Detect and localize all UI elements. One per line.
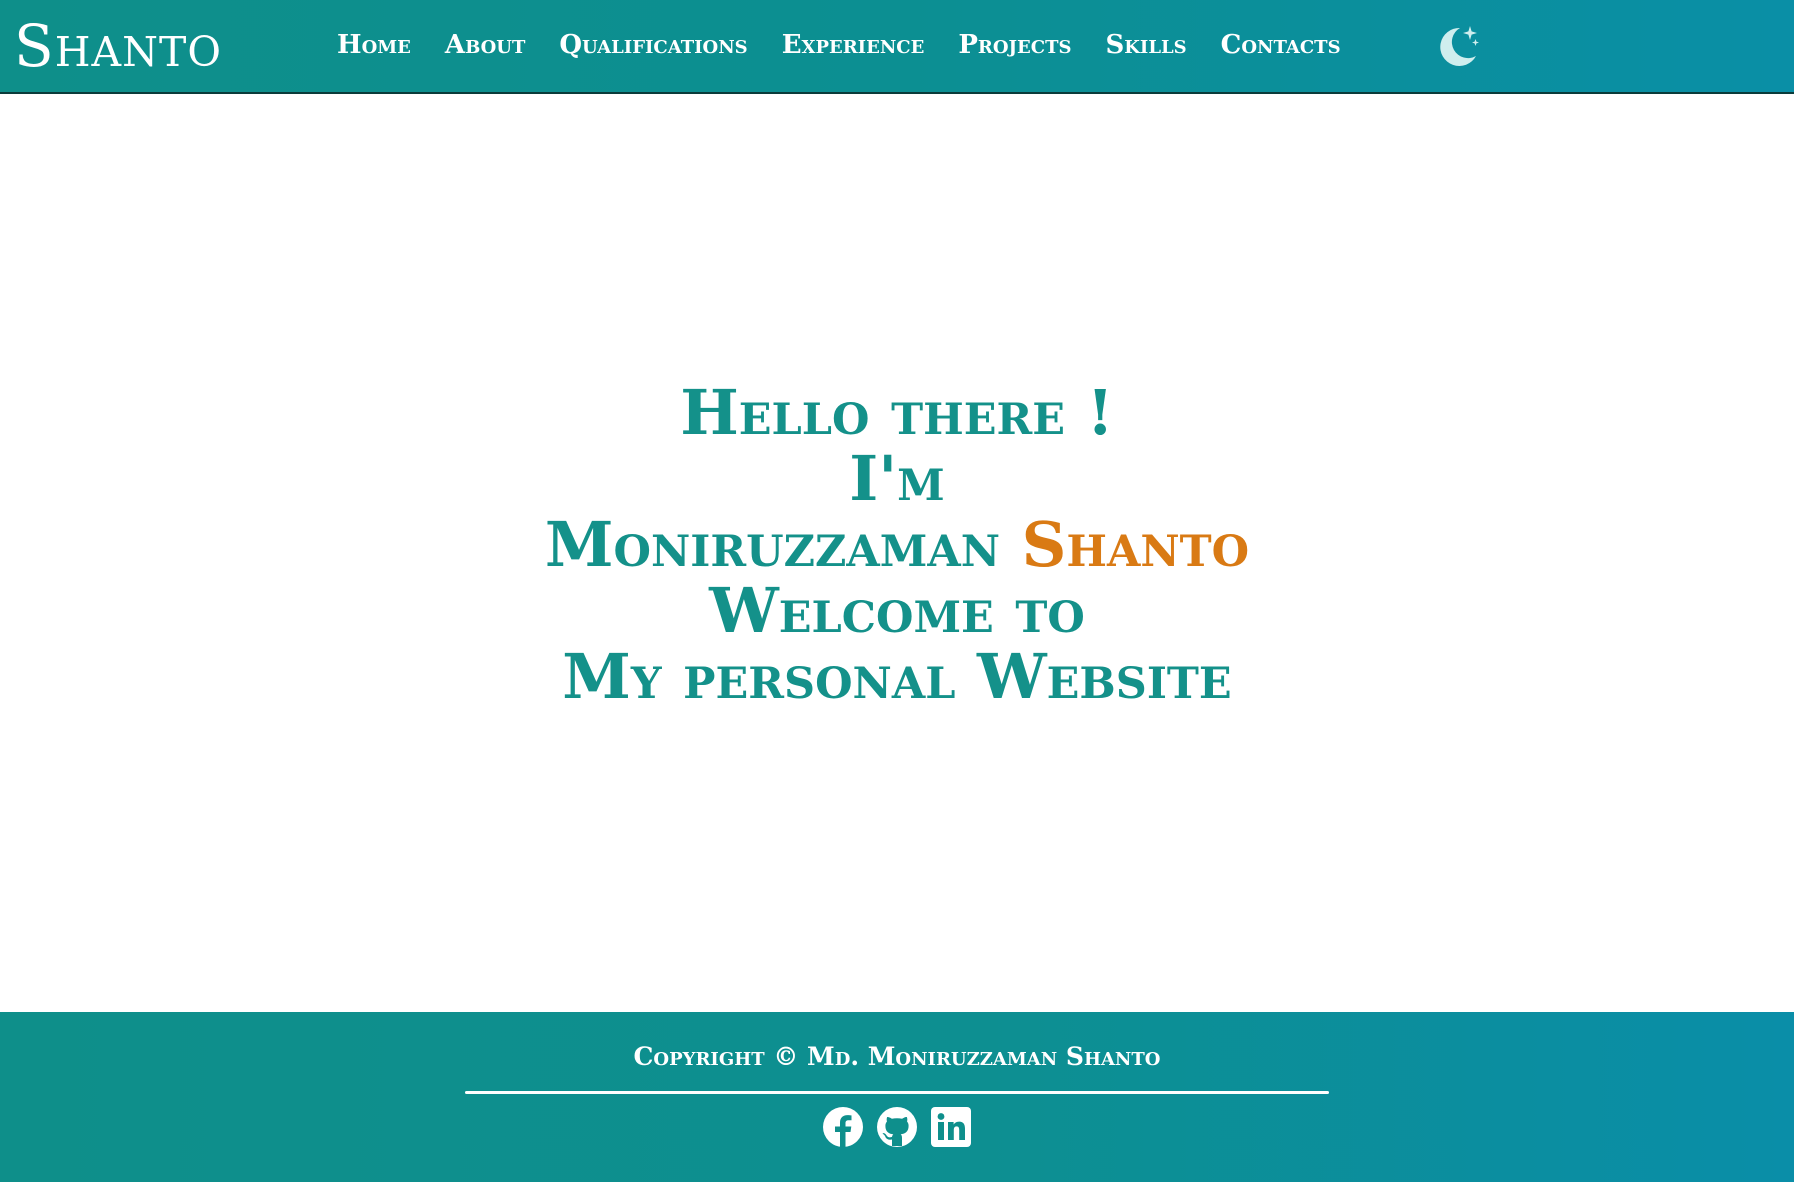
footer-divider — [465, 1091, 1329, 1094]
hero-section: Hello there ! I'm Moniruzzaman Shanto We… — [0, 380, 1794, 710]
brand-logo[interactable]: Shanto — [14, 8, 222, 84]
nav-item-qualifications[interactable]: Qualifications — [559, 30, 747, 60]
linkedin-icon — [931, 1107, 971, 1147]
facebook-link[interactable] — [822, 1106, 864, 1148]
navbar: Shanto Home About Qualifications Experie… — [0, 0, 1794, 94]
github-link[interactable] — [876, 1106, 918, 1148]
nav-item-about[interactable]: About — [445, 30, 526, 60]
social-links — [0, 1106, 1794, 1148]
github-icon — [877, 1107, 917, 1147]
nav-item-home[interactable]: Home — [337, 30, 411, 60]
hero-first-name: Moniruzzaman — [544, 508, 1001, 581]
hero-website: My personal Website — [562, 640, 1232, 713]
hero-last-name: Shanto — [1021, 508, 1250, 581]
theme-toggle-button[interactable] — [1436, 22, 1480, 68]
nav-item-projects[interactable]: Projects — [958, 30, 1071, 60]
footer: Copyright © Md. Moniruzzaman Shanto — [0, 1012, 1794, 1182]
hero-welcome: Welcome to — [709, 574, 1085, 647]
nav-item-skills[interactable]: Skills — [1105, 30, 1186, 60]
nav-item-contacts[interactable]: Contacts — [1221, 30, 1341, 60]
nav-menu: Home About Qualifications Experience Pro… — [337, 0, 1341, 90]
hero-name: Moniruzzaman Shanto — [0, 512, 1794, 578]
facebook-icon — [823, 1107, 863, 1147]
copyright-text: Copyright © Md. Moniruzzaman Shanto — [633, 1042, 1161, 1071]
hero-greeting: Hello there ! — [680, 376, 1114, 449]
hero-intro: I'm — [849, 442, 945, 515]
moon-stars-icon — [1440, 26, 1479, 66]
nav-item-experience[interactable]: Experience — [782, 30, 925, 60]
linkedin-link[interactable] — [930, 1106, 972, 1148]
